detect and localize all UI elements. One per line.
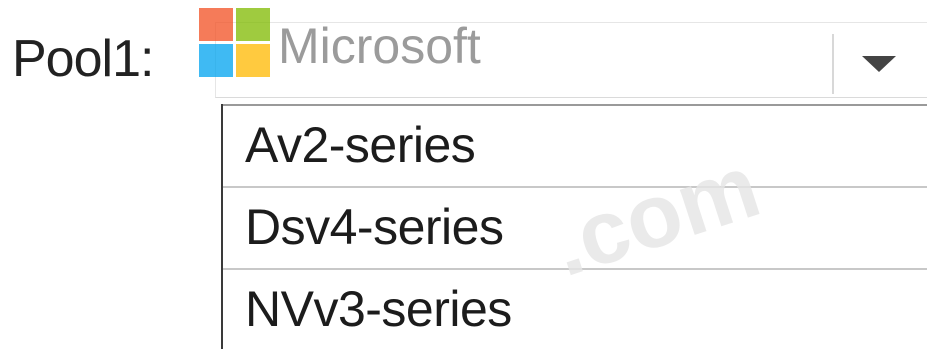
microsoft-logo-icon: [199, 8, 271, 78]
option-dsv4-series[interactable]: Dsv4-series: [223, 186, 927, 268]
option-nvv3-series[interactable]: NVv3-series: [223, 268, 927, 349]
microsoft-logo-text: Microsoft: [278, 18, 481, 74]
pool1-label: Pool1:: [12, 30, 154, 88]
dropdown-options-list: Av2-series Dsv4-series NVv3-series: [221, 104, 927, 349]
logo-blue-square: [199, 44, 233, 77]
logo-green-square: [236, 8, 270, 41]
option-av2-series[interactable]: Av2-series: [223, 104, 927, 186]
logo-red-square: [199, 8, 233, 41]
dropdown-divider: [832, 34, 834, 94]
triangle-down-icon[interactable]: [862, 56, 896, 72]
logo-yellow-square: [236, 44, 270, 77]
